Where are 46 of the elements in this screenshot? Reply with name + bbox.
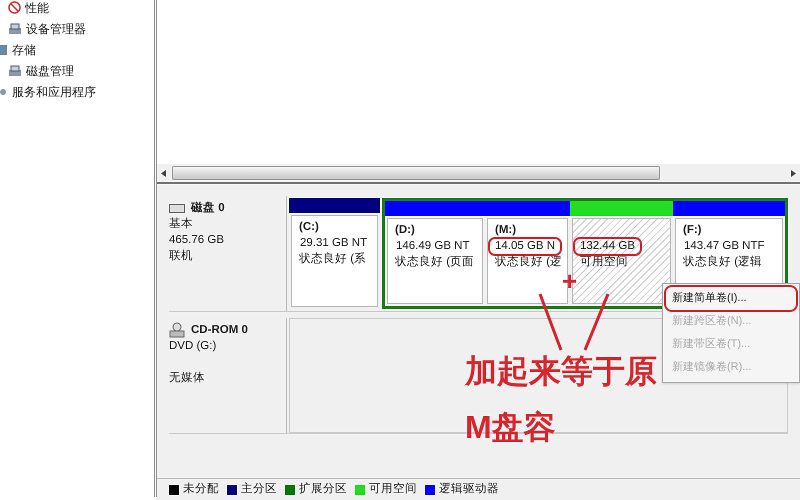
disk-type: DVD (G:) (169, 339, 218, 354)
partition-status: 状态良好 (页面 (395, 255, 475, 270)
drive-letter: (M:) (495, 223, 518, 238)
disk-status: 无媒体 (169, 370, 206, 386)
legend-label: 扩展分区 (299, 481, 347, 497)
disk-name: CD-ROM 0 (191, 323, 248, 338)
horizontal-scrollbar[interactable] (157, 164, 800, 184)
drive-letter: (C:) (299, 220, 320, 235)
disk-name: 磁盘 0 (191, 200, 225, 216)
legend-label: 可用空间 (369, 481, 417, 497)
disk-type: 基本 (169, 216, 194, 232)
drive-letter: (F:) (683, 223, 703, 238)
left-arrow-icon[interactable] (161, 170, 166, 176)
partition-size: 146.49 GB NT (395, 239, 471, 254)
partition-size: 132.44 GB (575, 239, 640, 254)
partition-status: 状态良好 (系 (299, 252, 368, 267)
legend-label: 未分配 (183, 482, 219, 497)
hard-drive-icon (169, 204, 185, 212)
tree-item[interactable]: 设备管理器 (26, 20, 86, 38)
annotation-lines (538, 292, 610, 352)
tree-item[interactable]: 磁盘管理 (26, 62, 74, 80)
disk-status: 联机 (169, 248, 194, 264)
partition-size: 143.47 GB NTF (683, 239, 766, 254)
annotation-text: 加起来等于原 (465, 352, 657, 390)
partition-status: 状态良好 (逻辑 (683, 255, 764, 270)
computer-icon (8, 22, 22, 34)
partition-status: 可用空间 (580, 255, 629, 270)
drive-letter: (D:) (395, 223, 416, 238)
computer-icon (8, 64, 22, 76)
annotation-text: M盘容 (465, 408, 557, 446)
partition-status: 状态良好 (逻 (495, 255, 560, 270)
legend-label: 逻辑驱动器 (439, 482, 499, 497)
right-arrow-icon[interactable] (791, 170, 796, 176)
scrollbar-thumb[interactable] (172, 166, 660, 180)
partition-block[interactable]: (C:) 29.31 GB NT 状态良好 (系 (291, 215, 378, 307)
tree-item[interactable]: 存储 (12, 40, 36, 58)
partition-size: 14.05 GB N (490, 239, 560, 254)
partition-block[interactable]: (D:) 146.49 GB NT 状态良好 (页面 (387, 218, 483, 304)
partition-size: 29.31 GB NT (299, 236, 368, 251)
disk-info-panel[interactable]: 磁盘 0 基本 465.76 GB 联机 (169, 196, 287, 311)
legend-label: 主分区 (241, 481, 277, 497)
disc-drive-icon (169, 322, 185, 338)
tree-item[interactable]: 性能 (25, 0, 49, 16)
tree-item[interactable]: 服务和应用程序 (12, 82, 96, 100)
disk-size: 465.76 GB (169, 233, 225, 248)
disk-info-panel[interactable]: CD-ROM 0 DVD (G:) 无媒体 (169, 318, 287, 433)
